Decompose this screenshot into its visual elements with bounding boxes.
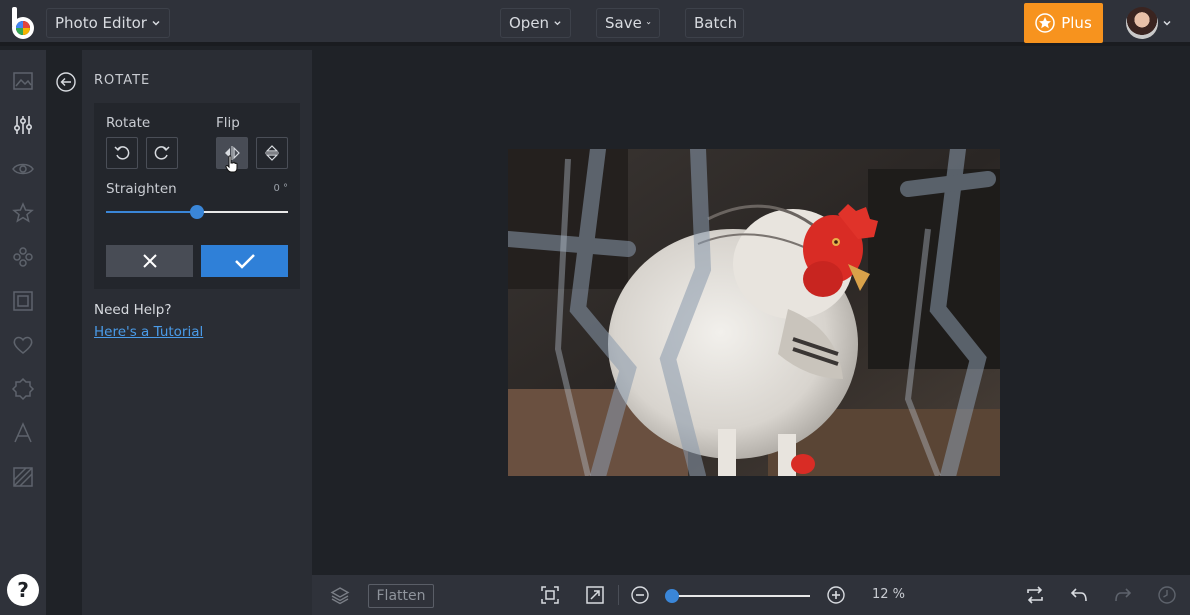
top-bar: Photo Editor Open Save Batch Plus	[0, 0, 1190, 46]
star-icon[interactable]	[11, 201, 35, 225]
rotate-left-icon	[114, 146, 130, 160]
chicken-photo	[508, 149, 1000, 476]
redo-icon	[1115, 588, 1132, 602]
open-menu[interactable]: Open	[500, 8, 571, 38]
divider	[618, 585, 619, 605]
fit-screen-icon[interactable]	[540, 585, 560, 605]
frame-icon[interactable]	[11, 289, 35, 313]
badge-icon[interactable]	[11, 377, 35, 401]
zoom-slider[interactable]	[665, 589, 810, 603]
photo-editor-label: Photo Editor	[55, 14, 147, 32]
plus-label: Plus	[1061, 14, 1092, 32]
straighten-value: 0 °	[273, 183, 288, 194]
zoom-in-icon[interactable]	[826, 585, 846, 605]
hand-cursor-icon	[225, 155, 238, 173]
plus-upgrade-button[interactable]: Plus	[1024, 3, 1103, 43]
tool-rail: ?	[0, 50, 46, 615]
rotate-panel: ROTATE Rotate Flip Straighten 0 ° Need H…	[56, 50, 312, 615]
text-icon[interactable]	[11, 421, 35, 445]
rotate-left-button[interactable]	[106, 137, 138, 169]
photo-editor-menu[interactable]: Photo Editor	[46, 8, 170, 38]
zoom-slider-handle[interactable]	[665, 589, 679, 603]
rotate-right-icon	[154, 146, 170, 160]
chevron-down-icon	[646, 21, 651, 25]
flatten-button[interactable]: Flatten	[368, 584, 434, 608]
apply-button[interactable]	[201, 245, 288, 277]
texture-icon[interactable]	[11, 465, 35, 489]
avatar[interactable]	[1126, 7, 1158, 39]
photo-preview	[508, 149, 1000, 476]
flip-vertical-icon	[265, 145, 279, 161]
straighten-slider[interactable]	[106, 205, 288, 219]
undo-icon[interactable]	[1069, 585, 1089, 605]
straighten-slider-handle[interactable]	[190, 205, 204, 219]
tutorial-link[interactable]: Here's a Tutorial	[94, 324, 203, 340]
flip-label: Flip	[216, 115, 240, 131]
rotate-right-button[interactable]	[146, 137, 178, 169]
open-label: Open	[509, 14, 550, 32]
chevron-down-icon	[554, 21, 561, 26]
history-icon[interactable]	[1157, 585, 1177, 605]
actual-size-icon[interactable]	[585, 585, 605, 605]
zoom-out-icon[interactable]	[630, 585, 650, 605]
straighten-label: Straighten	[106, 181, 177, 197]
editor-canvas[interactable]	[312, 50, 1190, 574]
adjust-sliders-icon[interactable]	[11, 113, 35, 137]
flip-vertical-button[interactable]	[256, 137, 288, 169]
compare-icon[interactable]	[1025, 585, 1045, 605]
chevron-down-icon[interactable]	[1162, 18, 1172, 28]
chevron-down-icon	[152, 20, 160, 26]
batch-label: Batch	[694, 14, 738, 32]
zoom-level: 12 %	[872, 587, 906, 602]
layers-icon[interactable]	[330, 585, 350, 605]
close-icon	[142, 254, 157, 268]
star-badge-icon	[1035, 13, 1055, 33]
image-icon[interactable]	[11, 69, 35, 93]
cancel-button[interactable]	[106, 245, 193, 277]
back-arrow-icon[interactable]	[56, 72, 76, 92]
heart-icon[interactable]	[11, 333, 35, 357]
checkmark-icon	[234, 254, 255, 269]
batch-button[interactable]: Batch	[685, 8, 744, 38]
effects-icon[interactable]	[11, 245, 35, 269]
rotate-card: Rotate Flip Straighten 0 °	[94, 103, 300, 289]
help-button[interactable]: ?	[7, 574, 39, 606]
save-label: Save	[605, 14, 642, 32]
eye-icon[interactable]	[11, 157, 35, 181]
befunky-logo-icon[interactable]	[8, 6, 38, 40]
save-menu[interactable]: Save	[596, 8, 660, 38]
panel-title: ROTATE	[94, 73, 151, 88]
rotate-label: Rotate	[106, 115, 151, 131]
need-help-title: Need Help?	[94, 302, 172, 318]
straighten-slider-fill	[106, 211, 197, 213]
bottom-toolbar: Flatten 12 %	[312, 575, 1190, 615]
